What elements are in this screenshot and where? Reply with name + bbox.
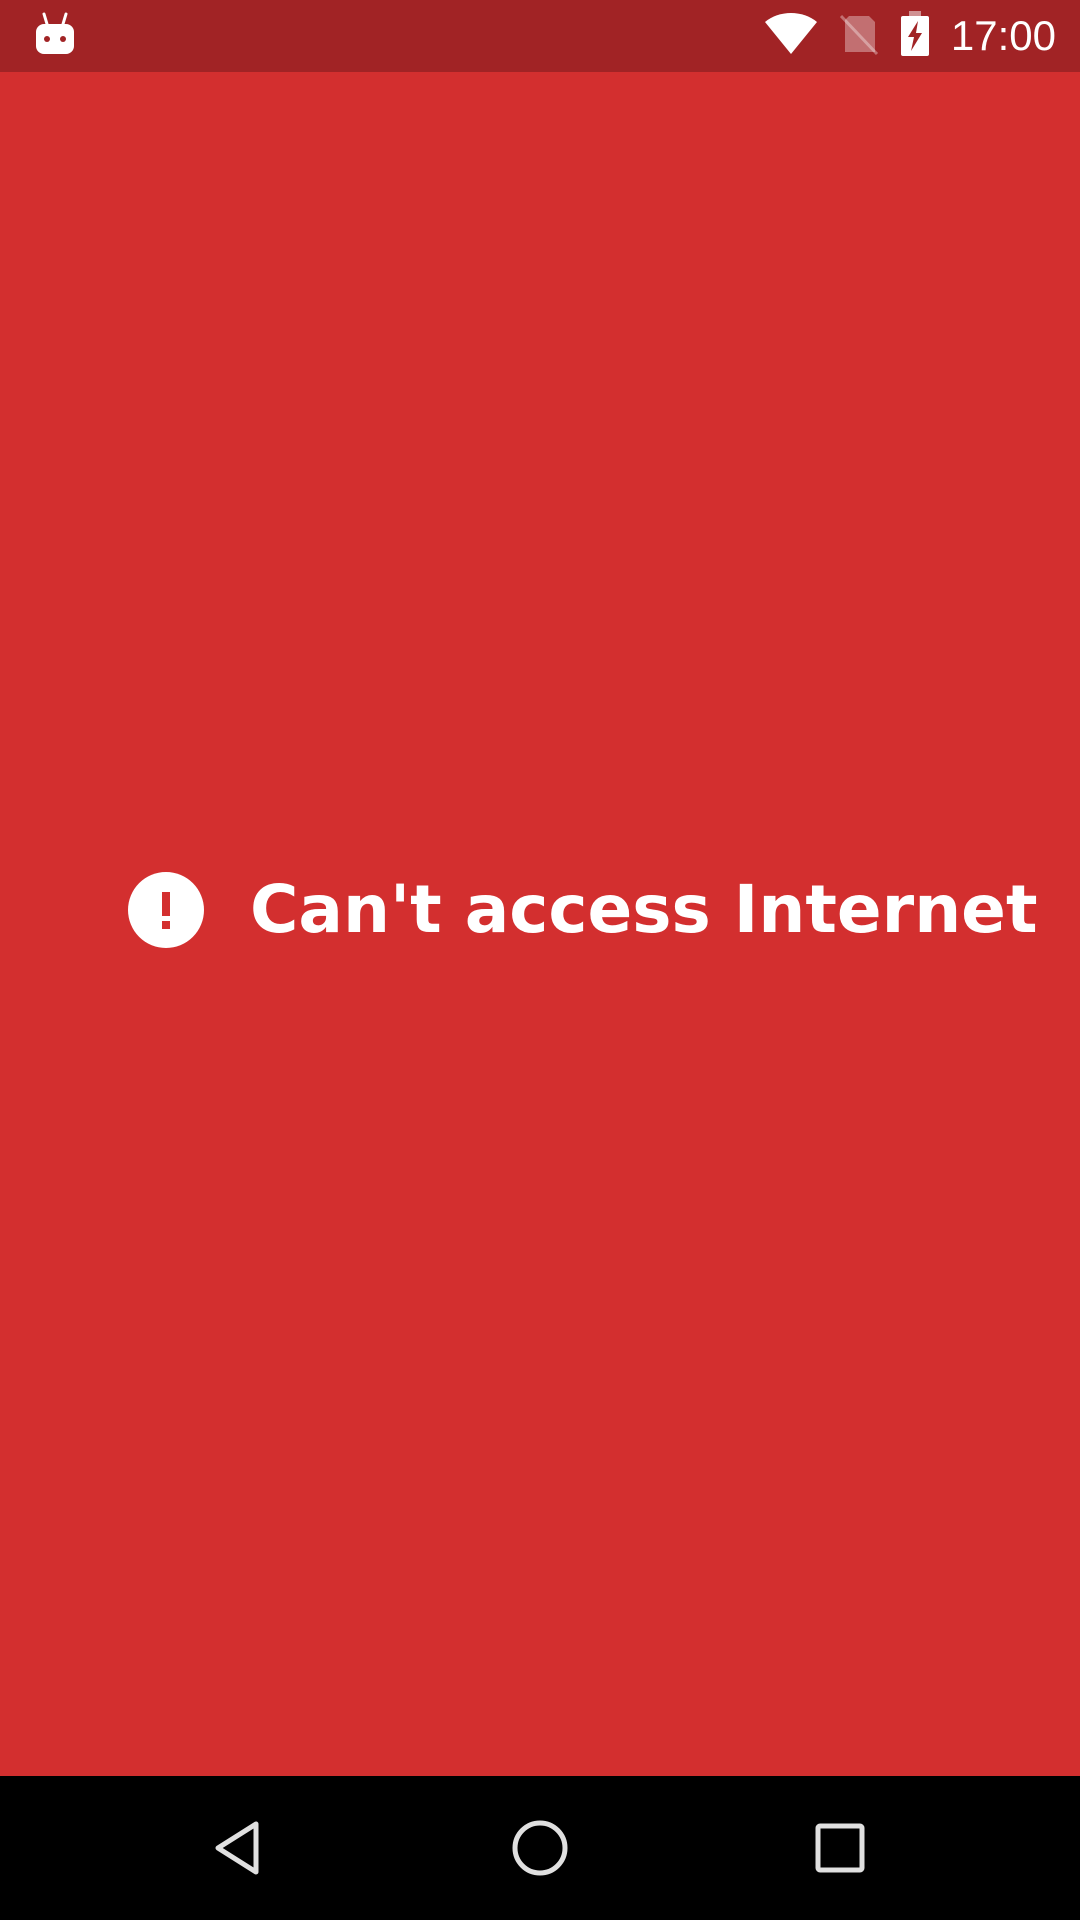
home-icon [512,1820,568,1876]
home-button[interactable] [490,1798,590,1898]
no-sim-icon [839,12,879,61]
recents-icon [815,1823,865,1873]
back-icon [215,1821,259,1875]
wifi-icon [763,12,819,61]
status-bar: 17:00 [0,0,1080,72]
status-time: 17:00 [950,12,1056,59]
recents-button[interactable] [790,1798,890,1898]
connection-status-message: Can't access Internet [128,845,1038,975]
status-icons: 17:00 [763,0,1056,72]
main-content: Can't access Internet [0,72,1080,1776]
android-debug-icon [34,10,76,62]
alert-circle-icon [128,872,204,948]
navigation-bar [0,1776,1080,1920]
cant-access-internet-text: Can't access Internet [250,871,1038,948]
back-button[interactable] [190,1798,290,1898]
battery-charging-icon [899,10,931,62]
screen: 17:00 Can't access Internet [0,0,1080,1920]
